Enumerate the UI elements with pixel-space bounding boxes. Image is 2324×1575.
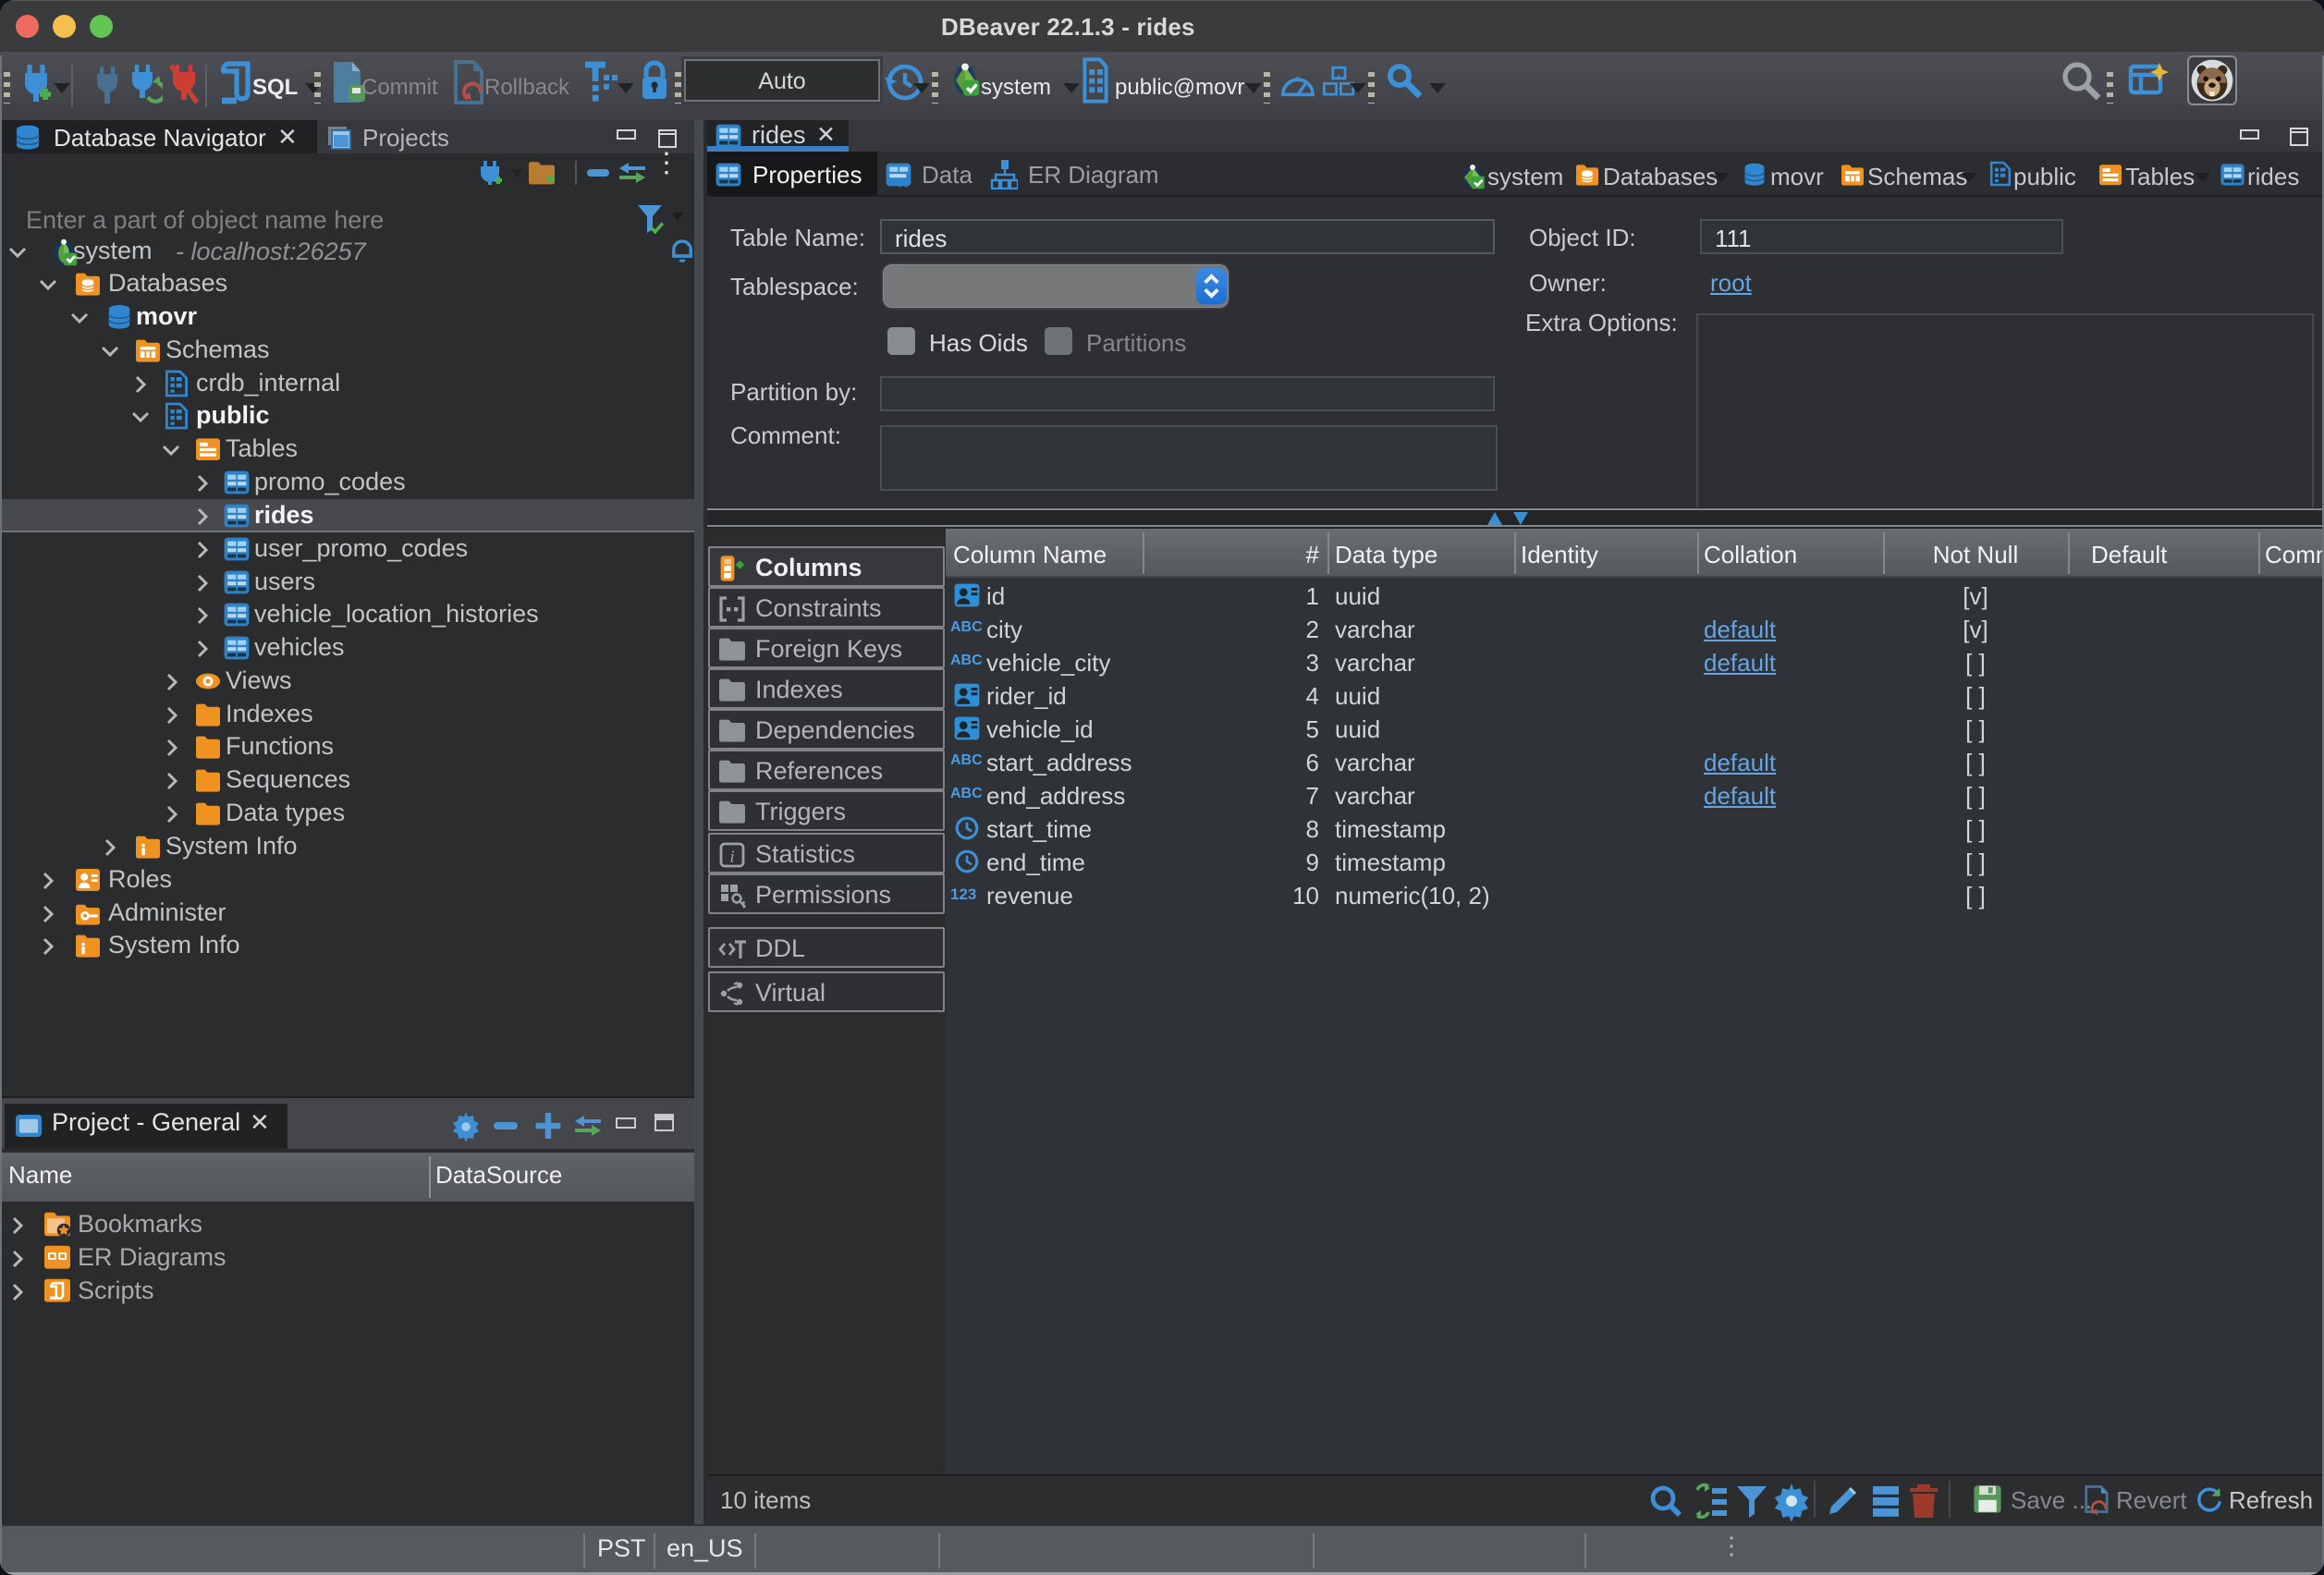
svg-text:i: i — [729, 848, 734, 867]
